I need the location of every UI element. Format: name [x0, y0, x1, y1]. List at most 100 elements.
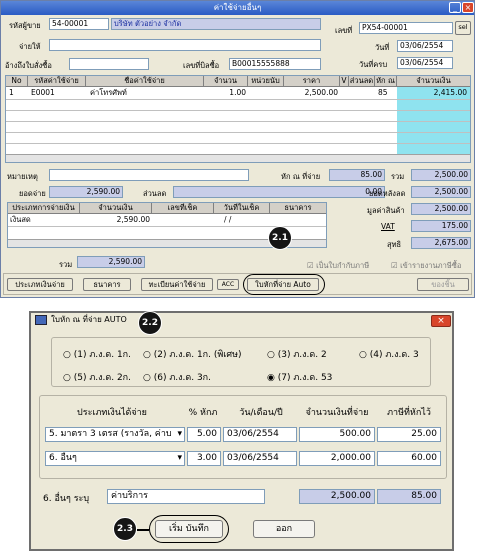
income-type-select-1[interactable]: 5. มาตรา 3 เตรส (รางวัล, ค่าบ ▾ — [45, 427, 185, 442]
date-field-2[interactable]: 03/06/2554 — [223, 451, 297, 466]
badge-connector — [137, 529, 149, 531]
radio-form-3[interactable]: ○ (3) ภ.ง.ด. 2 — [267, 347, 327, 361]
radio-form-5-label: (5) ภ.ง.ด. 2ก. — [73, 373, 131, 383]
vendor-name-field: บริษัท ตัวอย่าง จำกัด — [111, 18, 321, 30]
pay-to-field[interactable] — [49, 39, 321, 51]
amount-field-2[interactable]: 2,000.00 — [299, 451, 375, 466]
expense-grid-header: No รหัสค่าใช้จ่าย ชื่อค่าใช้จ่าย จำนวน ห… — [6, 76, 470, 87]
grid-line — [6, 132, 470, 133]
wht-auto-highlight — [243, 274, 325, 295]
paid-label: ยอดจ่าย — [19, 189, 46, 198]
tax-invoice-field[interactable]: B00015555888 — [229, 58, 321, 70]
tax-invoice-checkbox-label: เป็นใบกำกับภาษี — [316, 261, 370, 270]
ref-doc-field[interactable] — [69, 58, 149, 70]
after-discount-field: 2,500.00 — [411, 186, 471, 198]
grid-line — [6, 99, 470, 100]
radio-form-4[interactable]: ○ (4) ภ.ง.ด. 3 — [359, 347, 419, 361]
payment-type-button[interactable]: ประเภทเงินจ่าย — [7, 278, 73, 291]
radio-form-2-label: (2) ภ.ง.ด. 1ก. (พิเศษ) — [153, 350, 242, 360]
amount-field-1[interactable]: 500.00 — [299, 427, 375, 442]
vat-label[interactable]: VAT — [381, 222, 395, 231]
income-type-2-value: 6. อื่นๆ — [49, 453, 77, 463]
col-unit: หน่วยนับ — [248, 76, 284, 87]
tax-invoice-checkbox[interactable]: ☑ เป็นใบกำกับภาษี — [307, 260, 369, 272]
header-tax: ภาษีที่หักไว้ — [387, 408, 431, 418]
pay-col-bank: ธนาคาร — [284, 203, 312, 212]
due-date-field[interactable]: 03/06/2554 — [397, 57, 453, 69]
tax-field-1[interactable]: 25.00 — [377, 427, 441, 442]
sum-tax-field: 85.00 — [377, 489, 441, 504]
header-amount: จำนวนเงินที่จ่าย — [305, 408, 369, 418]
radio-form-3-label: (3) ภ.ง.ด. 2 — [277, 350, 327, 360]
bank-button[interactable]: ธนาคาร — [83, 278, 131, 291]
goods-value-label: มูลค่าสินค้า — [367, 206, 405, 215]
select-doc-button[interactable]: sel — [455, 21, 471, 35]
col-amount: จำนวนเงิน — [416, 76, 451, 85]
col-name: ชื่อค่าใช้จ่าย — [86, 76, 204, 87]
pct-field-2[interactable]: 3.00 — [187, 451, 221, 466]
grid-line — [6, 143, 470, 144]
radio-form-1-label: (1) ภ.ง.ด. 1ก. — [73, 350, 131, 360]
other-specify-label: 6. อื่นๆ ระบุ — [43, 494, 90, 504]
total-label: รวม — [391, 172, 405, 181]
radio-form-1[interactable]: ○ (1) ภ.ง.ด. 1ก. — [63, 347, 131, 361]
goods-value-field: 2,500.00 — [411, 203, 471, 215]
step-badge-2-1: 2.1 — [268, 226, 292, 250]
tax-field-2[interactable]: 60.00 — [377, 451, 441, 466]
pay-col-type: ประเภทการจ่ายเงิน — [8, 203, 80, 214]
wht-label: หัก ณ ที่จ่าย — [281, 172, 321, 181]
wht-window-title: ใบหัก ณ ที่จ่าย AUTO — [51, 315, 127, 324]
wht-title-bar: ใบหัก ณ ที่จ่าย AUTO — [31, 313, 452, 327]
pay-total-label: รวม — [59, 260, 73, 269]
vendor-code-field[interactable]: 54-00001 — [49, 18, 109, 30]
cell-no: 1 — [9, 88, 14, 97]
wht-field: 85.00 — [329, 169, 385, 181]
title-bar: ค่าใช้จ่ายอื่นๆ — [1, 1, 474, 15]
purchase-tax-report-checkbox[interactable]: ☑ เข้ารายงานภาษีซื้อ — [391, 260, 461, 272]
step-badge-2-2: 2.2 — [138, 311, 162, 335]
purchase-tax-report-checkbox-label: เข้ารายงานภาษีซื้อ — [400, 261, 462, 270]
radio-form-6[interactable]: ○ (6) ภ.ง.ด. 3ก. — [143, 370, 211, 384]
note-field[interactable] — [49, 169, 249, 181]
save-highlight — [149, 515, 229, 543]
col-qty: จำนวน — [204, 76, 248, 87]
minimize-button[interactable]: _ — [449, 2, 461, 13]
note-label: หมายเหตุ — [7, 172, 38, 181]
radio-form-7-label: (7) ภ.ง.ด. 53 — [277, 373, 333, 383]
radio-form-7[interactable]: ◉ (7) ภ.ง.ด. 53 — [267, 370, 332, 384]
ref-doc-label: อ้างถึงใบสั่งซื้อ — [5, 61, 52, 70]
due-date-label: วันที่ครบ — [359, 60, 388, 69]
expense-register-button[interactable]: ทะเบียนค่าใช้จ่าย — [141, 278, 213, 291]
date-field-1[interactable]: 03/06/2554 — [223, 427, 297, 442]
wht-close-button[interactable]: × — [431, 315, 451, 327]
income-type-select-2[interactable]: 6. อื่นๆ ▾ — [45, 451, 185, 466]
col-price: ราคา — [284, 76, 340, 87]
cell-amount: 2,415.00 — [433, 88, 467, 97]
step-badge-2-3: 2.3 — [113, 517, 137, 541]
expense-grid: No รหัสค่าใช้จ่าย ชื่อค่าใช้จ่าย จำนวน ห… — [5, 75, 471, 163]
app-icon — [35, 315, 47, 325]
grid-line — [6, 121, 470, 122]
pay-cell-type: เงินสด — [10, 215, 31, 224]
cell-wht: 85 — [378, 88, 388, 97]
other-specify-field[interactable]: ค่าบริการ — [107, 489, 265, 504]
radio-form-2[interactable]: ○ (2) ภ.ง.ด. 1ก. (พิเศษ) — [143, 347, 242, 361]
acc-button[interactable]: ACC — [217, 279, 239, 290]
grid-line — [6, 110, 470, 111]
other-button[interactable]: ของชิ้น — [417, 278, 469, 291]
pay-col-amount: จำนวนเงิน — [80, 203, 152, 214]
pct-field-1[interactable]: 5.00 — [187, 427, 221, 442]
date-field[interactable]: 03/06/2554 — [397, 40, 453, 52]
cell-code: E0001 — [31, 88, 55, 97]
col-wht: หัก ณ — [375, 76, 397, 87]
table-row[interactable]: 1 E0001 ค่าโทรศัพท์ 1.00 2,500.00 85 2,4… — [6, 88, 470, 99]
exit-button[interactable]: ออก — [253, 520, 315, 538]
doc-no-field[interactable]: PX54-00001 — [359, 22, 453, 34]
header-date: วัน/เดือน/ปี — [239, 408, 283, 418]
radio-form-5[interactable]: ○ (5) ภ.ง.ด. 2ก. — [63, 370, 131, 384]
chevron-down-icon: ▾ — [177, 453, 182, 463]
table-row[interactable]: เงินสด 2,590.00 / / — [8, 215, 326, 226]
col-discount: ส่วนลด — [349, 76, 375, 87]
grid-scrollbar[interactable] — [6, 154, 470, 162]
close-button[interactable]: × — [462, 2, 474, 13]
